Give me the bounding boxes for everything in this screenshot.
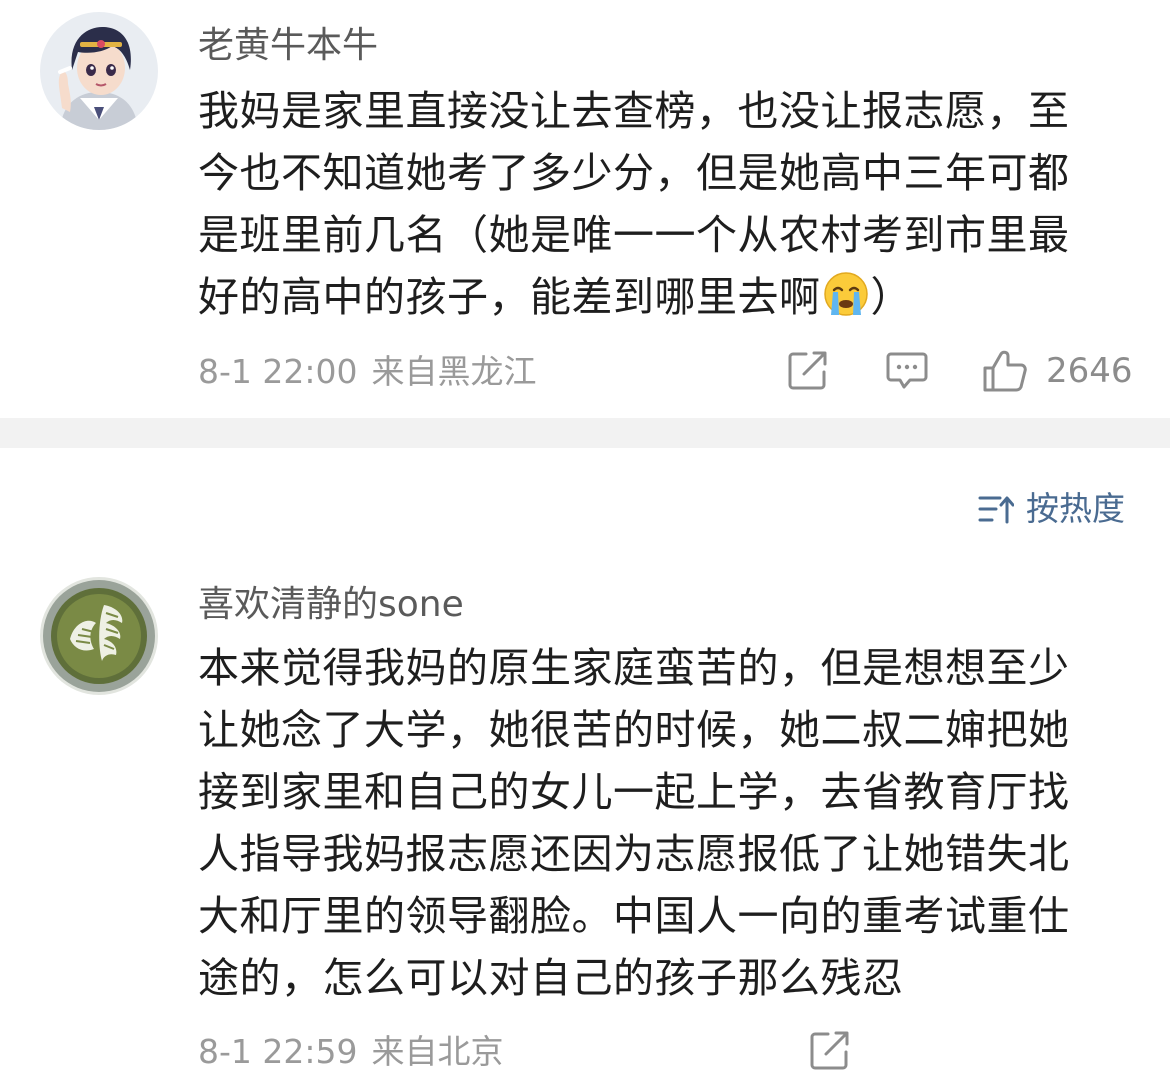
comment-text-line: 是班里前几名（她是唯一一个从农村考到市里最 — [198, 211, 1070, 259]
latte-art-avatar-icon — [40, 577, 158, 695]
comment-text-line: 让她念了大学，她很苦的时候，她二叔二婶把她 — [198, 706, 1070, 754]
comment-text-line: 途的，怎么可以对自己的孩子那么残忍 — [198, 954, 904, 1002]
share-button[interactable] — [810, 1030, 852, 1070]
comment-username[interactable]: 老黄牛本牛 — [198, 24, 378, 68]
thumbs-up-icon — [983, 350, 1027, 392]
comment-text-line: 今也不知道她考了多少分，但是她高中三年可都 — [198, 149, 1070, 197]
avatar-user-1[interactable] — [40, 12, 158, 130]
comment-timestamp: 8-1 22:00 — [198, 352, 358, 391]
share-button[interactable] — [788, 350, 830, 390]
comment-text-line: 人指导我妈报志愿还因为志愿报低了让她错失北 — [198, 830, 1070, 878]
like-count: 2646 — [1046, 351, 1133, 391]
like-button[interactable]: 2646 — [982, 350, 1133, 392]
comment-meta: 8-1 22:59 来自北京 — [198, 1032, 504, 1072]
comment-text-line: 接到家里和自己的女儿一起上学，去省教育厅找 — [198, 768, 1070, 816]
comment-text-line: 我妈是家里直接没让去查榜，也没让报志愿，至 — [198, 87, 1070, 135]
comment-text-segment: ） — [870, 273, 912, 321]
share-icon — [788, 351, 827, 390]
comment-body: 本来觉得我妈的原生家庭蛮苦的，但是想想至少 让她念了大学，她很苦的时候，她二叔二… — [198, 637, 1110, 1009]
comment-timestamp: 8-1 22:59 — [198, 1032, 358, 1071]
section-divider — [0, 418, 1170, 448]
anime-girl-avatar-icon — [40, 12, 158, 130]
comment-item-2: 喜欢清静的sone 本来觉得我妈的原生家庭蛮苦的，但是想想至少 让她念了大学，她… — [0, 448, 1170, 1085]
share-icon — [810, 1031, 849, 1070]
comment-meta: 8-1 22:00 来自黑龙江 — [198, 352, 537, 392]
avatar-user-2[interactable] — [40, 577, 158, 695]
comment-item-1: 老黄牛本牛 我妈是家里直接没让去查榜，也没让报志愿，至 今也不知道她考了多少分，… — [0, 0, 1170, 418]
comment-username[interactable]: 喜欢清静的sone — [198, 583, 464, 627]
comment-text-segment: 好的高中的孩子，能差到哪里去啊 — [198, 273, 821, 321]
reply-button[interactable] — [886, 352, 928, 390]
comment-text-line: 好的高中的孩子，能差到哪里去啊 ） — [198, 266, 1110, 334]
comment-location: 来自北京 — [371, 1032, 504, 1071]
comment-body: 我妈是家里直接没让去查榜，也没让报志愿，至 今也不知道她考了多少分，但是她高中三… — [198, 80, 1110, 334]
comment-text-line: 大和厅里的领导翻脸。中国人一向的重考试重仕 — [198, 892, 1070, 940]
comment-icon — [886, 352, 928, 389]
comment-text-line: 本来觉得我妈的原生家庭蛮苦的，但是想想至少 — [198, 644, 1070, 692]
comment-location: 来自黑龙江 — [371, 352, 537, 391]
crying-face-emoji-icon — [823, 271, 869, 334]
